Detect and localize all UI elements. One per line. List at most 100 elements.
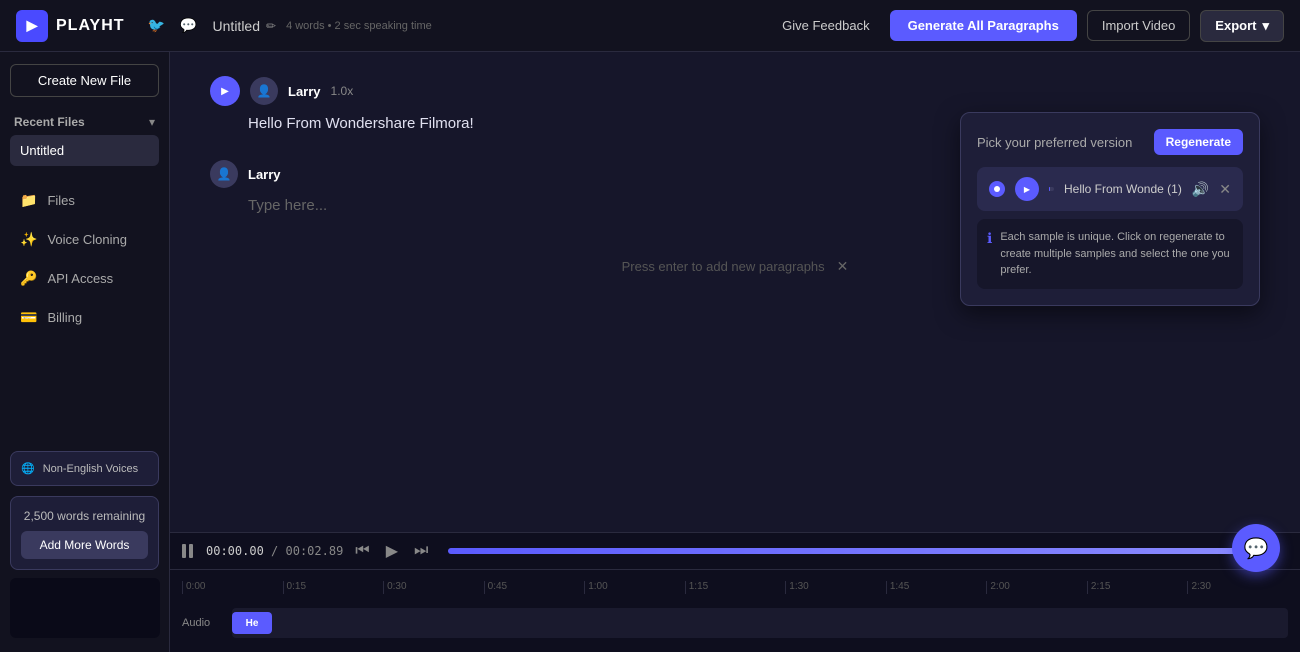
para-voice-icon-2: 👤 [210,160,238,188]
hint-close-icon[interactable]: ✕ [837,258,849,275]
voice-cloning-icon: ✨ [20,231,37,248]
file-title: Untitled [213,18,260,34]
version-label-1: Hello From Wonde (1) [1064,182,1182,196]
sidebar-item-files-label: Files [47,193,74,208]
sidebar-item-billing[interactable]: 💳 Billing [6,299,163,336]
sidebar-item-files[interactable]: 📁 Files [6,182,163,219]
ruler-mark-9: 2:15 [1087,581,1188,594]
top-bar-right: Give Feedback Generate All Paragraphs Im… [772,10,1284,42]
version-popover: Pick your preferred version Regenerate ▶… [960,112,1260,306]
ruler-mark-3: 0:45 [484,581,585,594]
ruler-mark-0: 0:00 [182,581,283,594]
export-button[interactable]: Export ▾ [1200,10,1284,42]
recent-files-header[interactable]: Recent Files ▾ [10,109,159,135]
timeline-tracks: Audio He [170,594,1300,652]
social-icons: 🐦 💬 [145,14,201,38]
popover-title: Pick your preferred version [977,135,1132,150]
editor-area: ▶ 👤 Larry 1.0x Hello From Wondershare Fi… [170,52,1300,532]
sidebar-item-voice-cloning-label: Voice Cloning [47,232,127,247]
timecode: 00:00.00 / 00:02.89 [206,544,343,558]
sidebar-bottom: 🌐 Non-English Voices 2,500 words remaini… [0,441,169,652]
info-text: Each sample is unique. Click on regenera… [1000,229,1233,279]
timeline-progress-fill [448,548,1238,554]
logo-area: ▶ PLAYHT [16,10,125,42]
sidebar-item-voice-cloning[interactable]: ✨ Voice Cloning [6,221,163,258]
top-bar-left: ▶ PLAYHT 🐦 💬 Untitled ✏ 4 words • 2 sec … [16,10,432,42]
version-radio-inner-1 [994,186,1000,192]
ruler-marks: 0:00 0:15 0:30 0:45 1:00 1:15 1:30 1:45 … [182,581,1288,594]
export-chevron-icon: ▾ [1262,18,1269,34]
version-progress-fill-1 [1049,187,1050,191]
hint-label: Press enter to add new paragraphs [622,259,825,274]
para-voice-name-1: Larry [288,84,321,99]
ruler-mark-6: 1:30 [785,581,886,594]
timeline-prev-button[interactable]: ⏮ [351,540,373,562]
version-close-icon[interactable]: ✕ [1219,181,1231,198]
non-english-label: Non-English Voices [43,463,138,475]
logo-text: PLAYHT [56,17,125,35]
version-progress-bar-1 [1049,187,1054,191]
timeline-next-button[interactable]: ⏭ [410,540,432,562]
para-header-1: ▶ 👤 Larry 1.0x [210,76,1260,106]
main-layout: Create New File Recent Files ▾ Untitled … [0,52,1300,652]
para-speed-1: 1.0x [331,84,354,98]
timeline-controls: 00:00.00 / 00:02.89 ⏮ ▶ ⏭ [170,533,1300,570]
version-item-1[interactable]: ▶ Hello From Wonde (1) 🔊 ✕ [977,167,1243,211]
timecode-current: 00:00.00 [206,544,264,558]
discord-icon[interactable]: 💬 [177,14,201,38]
sidebar-item-api-access[interactable]: 🔑 API Access [6,260,163,297]
version-radio-1 [989,181,1005,197]
timeline-play-button[interactable]: ▶ [382,539,402,563]
sidebar-nav: 📁 Files ✨ Voice Cloning 🔑 API Access 💳 B… [0,180,169,338]
popover-header: Pick your preferred version Regenerate [977,129,1243,155]
timeline-area: 00:00.00 / 00:02.89 ⏮ ▶ ⏭ 0:00 0:15 0:30… [170,532,1300,652]
file-title-area: Untitled ✏ 4 words • 2 sec speaking time [213,18,432,34]
sidebar-item-api-label: API Access [47,271,113,286]
top-bar: ▶ PLAYHT 🐦 💬 Untitled ✏ 4 words • 2 sec … [0,0,1300,52]
chat-fab[interactable]: 💬 [1232,524,1280,572]
billing-icon: 💳 [20,309,37,326]
track-label: Audio [182,617,232,629]
timeline-progress-bar[interactable] [448,548,1280,554]
logo-icon: ▶ [16,10,48,42]
twitter-icon[interactable]: 🐦 [145,14,169,38]
ruler-mark-4: 1:00 [584,581,685,594]
ruler-mark-2: 0:30 [383,581,484,594]
generate-button[interactable]: Generate All Paragraphs [890,10,1077,41]
recent-file-item[interactable]: Untitled [10,135,159,166]
regenerate-button[interactable]: Regenerate [1154,129,1243,155]
sidebar-item-billing-label: Billing [47,310,82,325]
edit-icon[interactable]: ✏ [266,19,276,33]
create-new-file-button[interactable]: Create New File [10,64,159,97]
recent-files-section: Recent Files ▾ Untitled [0,109,169,170]
ruler-mark-8: 2:00 [986,581,1087,594]
words-remaining-count: 2,500 words remaining [24,509,145,523]
version-play-button-1[interactable]: ▶ [1015,177,1039,201]
recent-files-chevron-icon: ▾ [149,115,155,129]
export-label: Export [1215,18,1256,33]
non-english-voices-banner[interactable]: 🌐 Non-English Voices [10,451,159,486]
popover-info: ℹ Each sample is unique. Click on regene… [977,219,1243,289]
timeline-ruler: 0:00 0:15 0:30 0:45 1:00 1:15 1:30 1:45 … [170,570,1300,594]
feedback-button[interactable]: Give Feedback [772,12,879,39]
para-voice-name-2: Larry [248,167,281,182]
para-voice-icon-1: 👤 [250,77,278,105]
timecode-total: 00:02.89 [286,544,344,558]
sidebar-thumbnail [10,578,160,638]
add-more-words-button[interactable]: Add More Words [21,531,148,559]
para-play-button-1[interactable]: ▶ [210,76,240,106]
recent-files-label: Recent Files [14,115,85,129]
timecode-separator: / [271,544,278,558]
pause-icon [182,543,198,559]
non-english-icon: 🌐 [21,462,35,475]
content-area: ▶ 👤 Larry 1.0x Hello From Wondershare Fi… [170,52,1300,652]
file-meta: 4 words • 2 sec speaking time [286,20,432,32]
info-icon: ℹ [987,230,992,247]
import-button[interactable]: Import Video [1087,10,1190,41]
sidebar: Create New File Recent Files ▾ Untitled … [0,52,170,652]
track-content: He [232,608,1288,638]
ruler-mark-5: 1:15 [685,581,786,594]
files-icon: 📁 [20,192,37,209]
version-speed-icon[interactable]: 🔊 [1192,181,1209,198]
track-clip[interactable]: He [232,612,272,634]
